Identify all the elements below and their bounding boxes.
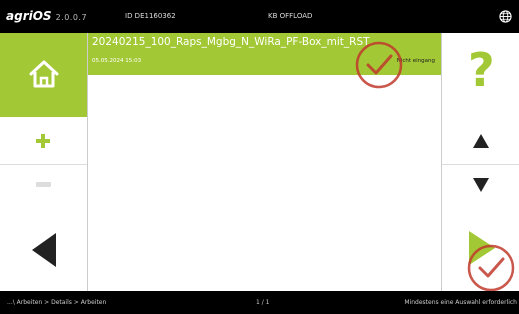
top-bar: agriOS 2.0.0.7 ID DE1160362 KB OFFLOAD: [0, 0, 519, 33]
left-toolbar: [0, 33, 87, 291]
status-text: KB OFFLOAD: [268, 12, 313, 20]
check-circle-icon: [467, 244, 515, 292]
arrow-up-icon: [473, 134, 489, 148]
scroll-up-button[interactable]: [442, 117, 519, 165]
status-bar: ...\ Arbeiten > Details > Arbeiten 1 / 1…: [0, 291, 519, 314]
breadcrumb: ...\ Arbeiten > Details > Arbeiten: [7, 299, 107, 306]
home-button[interactable]: [0, 33, 87, 117]
app-version: 2.0.0.7: [55, 13, 88, 22]
globe-icon[interactable]: [499, 10, 512, 23]
scroll-down-button[interactable]: [442, 165, 519, 209]
help-button[interactable]: ?: [442, 33, 519, 117]
home-icon: [29, 60, 59, 88]
device-id: ID DE1160362: [125, 12, 176, 20]
check-circle-icon: [355, 41, 403, 89]
job-date: 05.05.2024 15:03: [92, 58, 142, 64]
help-icon: ?: [468, 43, 495, 97]
arrow-down-icon: [473, 178, 489, 192]
plus-icon: [36, 134, 50, 148]
back-button[interactable]: [0, 209, 87, 291]
hint-text: Mindestens eine Auswahl erforderlich: [404, 299, 517, 306]
right-toolbar: ?: [442, 33, 519, 292]
page-indicator: 1 / 1: [256, 299, 270, 306]
brand-logo: agriOS 2.0.0.7: [6, 9, 87, 23]
next-button[interactable]: [442, 209, 519, 292]
remove-button[interactable]: [0, 165, 87, 209]
minus-icon: [36, 182, 51, 187]
brand-name: agriOS: [6, 9, 52, 23]
add-button[interactable]: [0, 117, 87, 165]
arrow-left-icon: [32, 233, 56, 267]
job-title: 20240215_100_Raps_Mgbg_N_WiRa_PF-Box_mit…: [92, 36, 370, 48]
job-list: 20240215_100_Raps_Mgbg_N_WiRa_PF-Box_mit…: [87, 33, 442, 291]
